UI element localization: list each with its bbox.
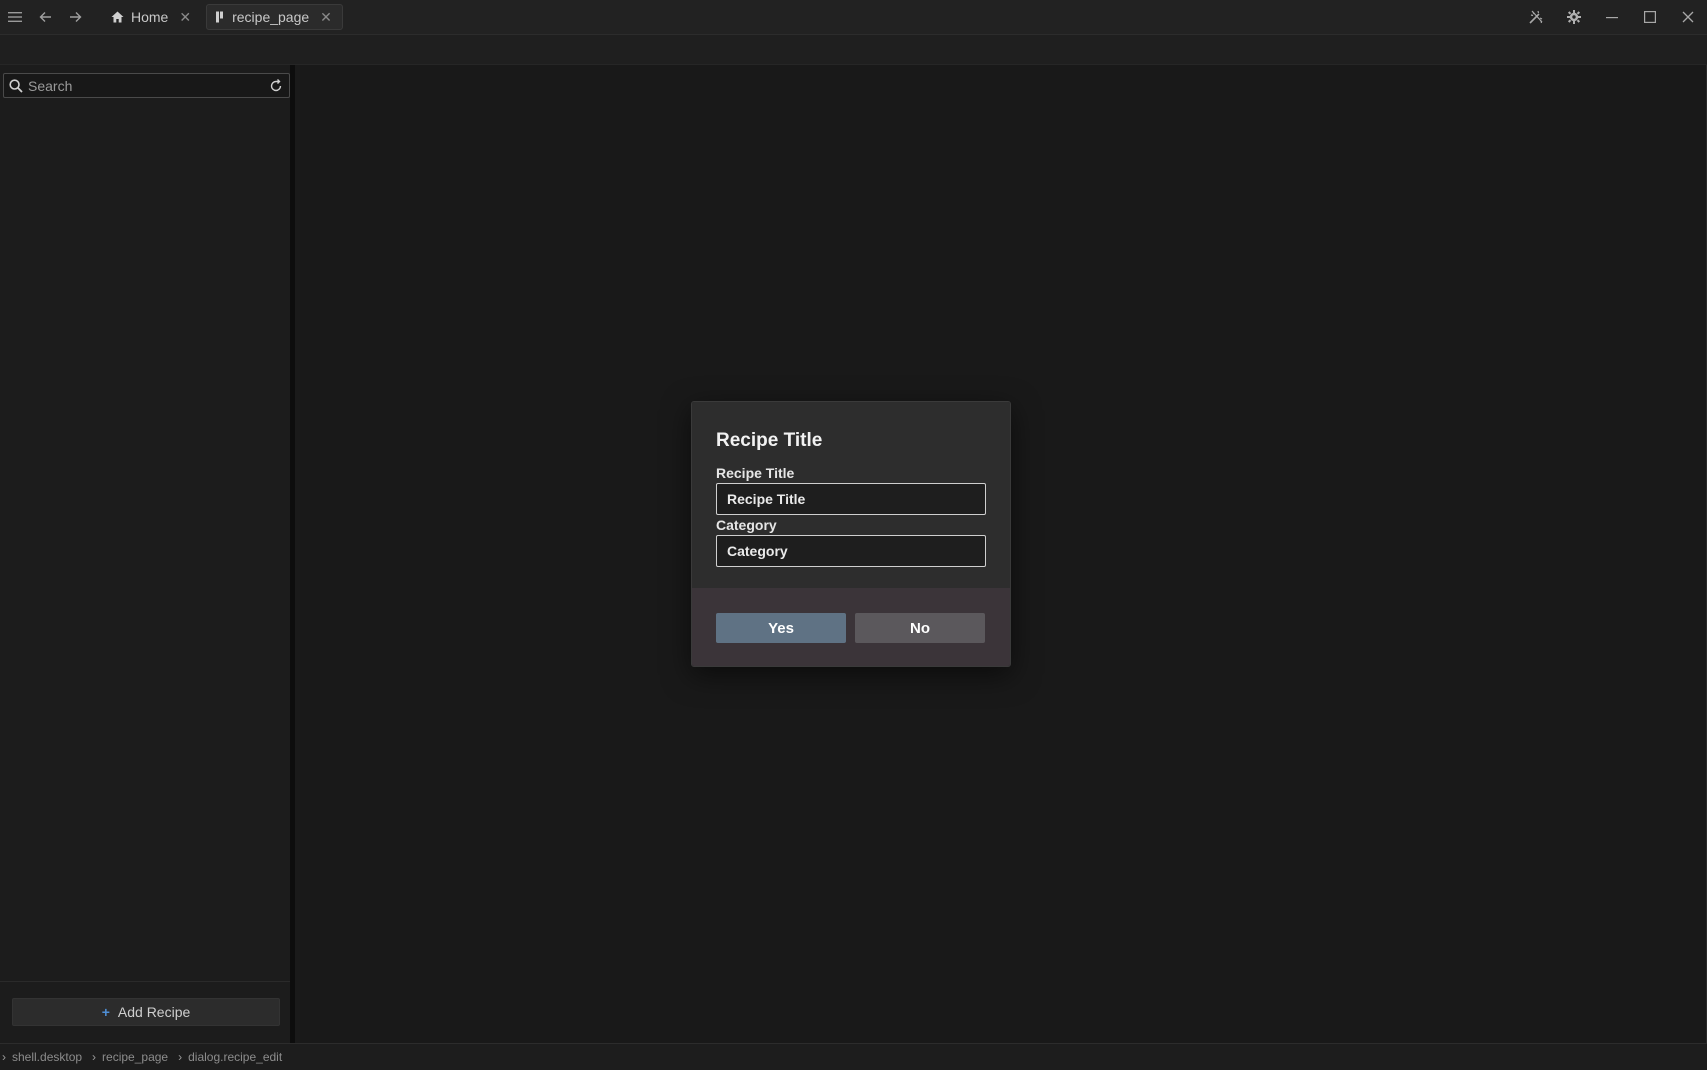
tab-recipe-page[interactable]: recipe_page ✕: [206, 4, 343, 30]
gear-icon: [1567, 10, 1581, 24]
minimize-button[interactable]: [1593, 0, 1631, 35]
home-icon: [111, 11, 124, 23]
window-controls: [1517, 0, 1707, 35]
sidebar-footer: + Add Recipe: [0, 981, 290, 1043]
tab-recipe-page-label: recipe_page: [232, 9, 310, 25]
maximize-icon: [1644, 11, 1656, 23]
close-window-button[interactable]: [1669, 0, 1707, 35]
minimize-icon: [1606, 17, 1618, 19]
breadcrumb-label: dialog.recipe_edit: [188, 1050, 283, 1064]
wand-icon: [1528, 10, 1542, 24]
arrow-right-icon: [69, 12, 81, 22]
no-button[interactable]: No: [855, 613, 985, 643]
maximize-button[interactable]: [1631, 0, 1669, 35]
category-input[interactable]: [716, 535, 986, 567]
dialog-title: Recipe Title: [716, 430, 823, 451]
dialog-footer: Yes No: [692, 588, 1010, 666]
breadcrumb-label: shell.desktop: [12, 1050, 83, 1064]
search-icon: [4, 78, 28, 93]
toolbar-strip: [0, 35, 1707, 65]
sidebar: + Add Recipe: [0, 65, 295, 1043]
category-label: Category: [716, 517, 777, 533]
add-recipe-button[interactable]: + Add Recipe: [12, 998, 280, 1026]
refresh-icon[interactable]: [263, 78, 289, 93]
recipe-edit-dialog: Recipe Title Recipe Title Category Yes N…: [691, 401, 1011, 667]
dialog-body: Recipe Title Recipe Title Category: [692, 402, 1010, 588]
title-bar: Home ✕ recipe_page ✕: [0, 0, 1707, 35]
close-icon: [1682, 11, 1694, 23]
breadcrumb-item[interactable]: › dialog.recipe_edit: [178, 1050, 282, 1064]
tab-home[interactable]: Home ✕: [102, 4, 202, 30]
breadcrumb: › shell.desktop › recipe_page › dialog.r…: [0, 1043, 1707, 1070]
recipe-title-label: Recipe Title: [716, 465, 795, 481]
menu-button[interactable]: [0, 0, 30, 35]
forward-button[interactable]: [60, 0, 90, 35]
settings-button[interactable]: [1555, 0, 1593, 35]
tab-home-close-icon[interactable]: ✕: [179, 9, 191, 26]
yes-button[interactable]: Yes: [716, 613, 846, 643]
back-button[interactable]: [30, 0, 60, 35]
page-icon: [216, 11, 224, 23]
chevron-right-icon: ›: [178, 1050, 183, 1064]
add-recipe-label: Add Recipe: [117, 1004, 191, 1020]
search-input[interactable]: [28, 74, 263, 97]
search-box: [3, 73, 290, 98]
chevron-right-icon: ›: [2, 1050, 6, 1064]
breadcrumb-item[interactable]: › recipe_page: [92, 1050, 168, 1064]
recipe-title-input[interactable]: [716, 483, 986, 515]
chevron-right-icon: ›: [92, 1050, 97, 1064]
app-window: Home ✕ recipe_page ✕ Search + Add Recipe…: [0, 0, 1707, 1070]
arrow-left-icon: [39, 12, 51, 22]
theme-toggle-button[interactable]: [1517, 0, 1555, 35]
plus-icon: +: [101, 1004, 110, 1020]
breadcrumb-item[interactable]: › shell.desktop: [2, 1050, 82, 1064]
tab-home-label: Home: [131, 9, 169, 25]
tab-recipe-page-close-icon[interactable]: ✕: [320, 9, 332, 26]
breadcrumb-label: recipe_page: [102, 1050, 169, 1064]
hamburger-icon: [8, 12, 22, 22]
